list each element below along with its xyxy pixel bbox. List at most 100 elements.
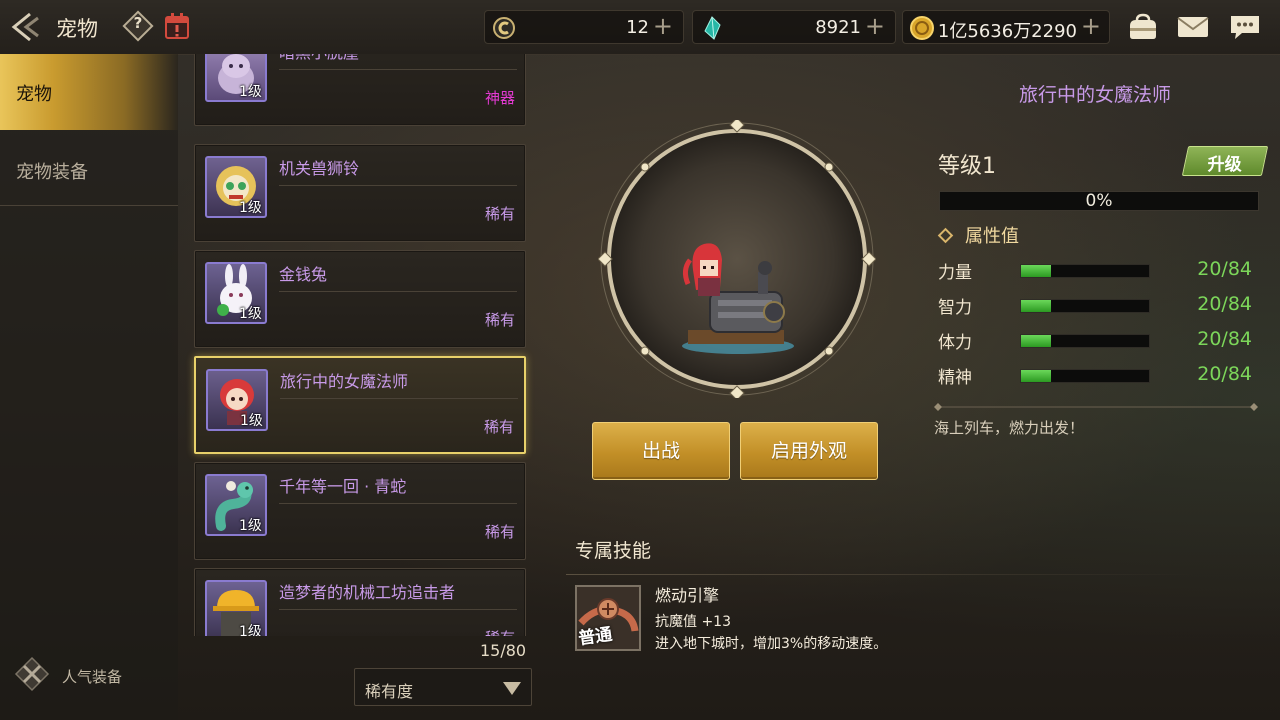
page-title: 宠物 xyxy=(56,17,98,41)
pet-rarity: 神器 xyxy=(484,89,515,107)
attribute-value: 20/84 xyxy=(1197,258,1252,280)
attribute-bar-fill xyxy=(1021,300,1052,312)
attribute-row-vitality: 体力 20/84 xyxy=(938,328,1258,353)
mail-icon[interactable] xyxy=(1176,12,1210,42)
pet-name: 造梦者的机械工坊追击者 xyxy=(279,583,456,602)
tab-pet-equipment[interactable]: 宠物装备 xyxy=(0,146,178,206)
sidebar-divider xyxy=(0,205,178,206)
pet-name: 千年等一回 · 青蛇 xyxy=(279,477,407,496)
attribute-bar xyxy=(1020,334,1150,348)
popular-equipment-button[interactable]: 人气装备 xyxy=(14,656,144,692)
attribute-bar-fill xyxy=(1021,335,1052,347)
attribute-bar-fill xyxy=(1021,265,1052,277)
coin-c-icon xyxy=(491,15,517,41)
sidebar: 宠物 宠物装备 人气装备 xyxy=(0,54,178,720)
apply-appearance-button[interactable]: 启用外观 xyxy=(740,422,878,480)
card-divider xyxy=(279,609,517,610)
pet-rarity: 稀有 xyxy=(483,418,514,436)
pet-card[interactable]: 1级 暗黑小脱崖 神器 xyxy=(194,54,526,126)
pet-card[interactable]: 1级 机关兽狮铃 稀有 xyxy=(194,144,526,242)
exclusive-skill-title: 专属技能 xyxy=(575,540,652,562)
attributes-heading: 属性值 xyxy=(937,222,1019,248)
ticket-plus-button[interactable]: + xyxy=(653,14,673,38)
description-divider xyxy=(934,403,1258,411)
card-divider xyxy=(279,291,517,292)
skill-divider xyxy=(566,574,1196,575)
attribute-label: 体力 xyxy=(938,333,972,353)
gold-plus-button[interactable]: + xyxy=(1081,14,1101,38)
attribute-bar xyxy=(1020,264,1150,278)
attribute-row-spirit: 精神 20/84 xyxy=(938,363,1258,388)
gold-coin-icon xyxy=(909,15,935,41)
attribute-label: 精神 xyxy=(938,368,972,388)
pet-count: 15/80 xyxy=(480,641,527,660)
tab-pet-equipment-label: 宠物装备 xyxy=(16,162,88,183)
card-divider xyxy=(280,398,518,399)
crystal-value: 8921 xyxy=(815,17,861,38)
ticket-value: 12 xyxy=(626,17,649,38)
pet-level: 1级 xyxy=(239,306,262,322)
pet-name: 暗黑小脱崖 xyxy=(279,54,359,63)
selected-pet-name: 旅行中的女魔法师 xyxy=(1018,84,1171,106)
crystal-plus-button[interactable]: + xyxy=(865,14,885,38)
attribute-bar xyxy=(1020,299,1150,313)
exp-percent: 0% xyxy=(1085,191,1113,211)
attributes-heading-label: 属性值 xyxy=(965,226,1019,247)
pet-rarity: 稀有 xyxy=(485,627,515,636)
pet-level: 1级 xyxy=(239,518,262,534)
calendar-icon[interactable] xyxy=(164,12,190,40)
back-button[interactable] xyxy=(8,10,44,44)
pet-list[interactable]: 1级 暗黑小脱崖 神器 1级 机关兽狮铃 稀有 xyxy=(182,54,538,636)
pet-name: 机关兽狮铃 xyxy=(279,159,360,178)
diamond-bullet-icon xyxy=(937,227,954,243)
pet-card-selected[interactable]: 1级 旅行中的女魔法师 稀有 xyxy=(194,356,526,454)
deploy-button[interactable]: 出战 xyxy=(592,422,730,480)
skill-description: 进入地下城时，增加3%的移动速度。 xyxy=(655,636,888,652)
pet-level: 1级 xyxy=(239,200,262,216)
pet-card[interactable]: 1级 造梦者的机械工坊追击者 稀有 xyxy=(194,568,526,636)
pet-level: 1级 xyxy=(240,413,263,429)
bag-icon[interactable] xyxy=(1126,12,1160,42)
skill-grade-tag: 普通 xyxy=(577,624,614,650)
teal-crystal-icon xyxy=(699,15,725,41)
pet-card[interactable]: 1级 金钱兔 稀有 xyxy=(194,250,526,348)
sort-dropdown[interactable]: 稀有度 xyxy=(354,668,532,706)
crossed-swords-icon xyxy=(14,656,50,692)
attribute-bar xyxy=(1020,369,1150,383)
exp-bar: 0% xyxy=(939,191,1259,211)
attribute-label: 力量 xyxy=(938,263,972,283)
upgrade-button[interactable]: 升级 xyxy=(1181,146,1269,176)
pet-preview xyxy=(597,117,877,401)
pet-name: 金钱兔 xyxy=(279,265,328,284)
pet-rarity: 稀有 xyxy=(484,205,515,223)
pet-name: 旅行中的女魔法师 xyxy=(280,372,409,391)
resource-crystal: 8921 + xyxy=(692,10,896,44)
resource-ticket: 12 + xyxy=(484,10,684,44)
pet-card[interactable]: 1级 千年等一回 · 青蛇 稀有 xyxy=(194,462,526,560)
attribute-row-strength: 力量 20/84 xyxy=(938,258,1258,283)
chat-icon[interactable] xyxy=(1228,12,1262,42)
resource-gold: 1亿5636万2290 + xyxy=(902,10,1110,44)
sort-dropdown-value: 稀有度 xyxy=(365,682,414,701)
pet-level: 1级 xyxy=(239,84,262,100)
tab-pets-label: 宠物 xyxy=(16,84,52,105)
card-divider xyxy=(279,69,517,70)
upgrade-button-label: 升级 xyxy=(1207,155,1242,175)
tab-pets[interactable]: 宠物 xyxy=(0,54,178,130)
top-bar: 宠物 ? 12 + 8921 + 1亿5636万2290 + xyxy=(0,0,1280,55)
attribute-value: 20/84 xyxy=(1197,328,1252,350)
skill-stat: 抗魔值 +13 xyxy=(655,614,731,630)
help-glyph: ? xyxy=(133,14,143,32)
pet-level: 1级 xyxy=(239,624,262,636)
attribute-value: 20/84 xyxy=(1197,293,1252,315)
skill-name: 燃动引擎 xyxy=(655,586,720,605)
card-divider xyxy=(279,185,517,186)
attribute-label: 智力 xyxy=(938,298,972,318)
gold-value: 1亿5636万2290 xyxy=(937,21,1077,42)
card-divider xyxy=(279,503,517,504)
pet-level-label: 等级1 xyxy=(938,154,996,179)
pet-description: 海上列车，燃力出发！ xyxy=(934,419,1085,437)
pet-rarity: 稀有 xyxy=(484,311,515,329)
attribute-row-intelligence: 智力 20/84 xyxy=(938,293,1258,318)
attribute-bar-fill xyxy=(1021,370,1052,382)
